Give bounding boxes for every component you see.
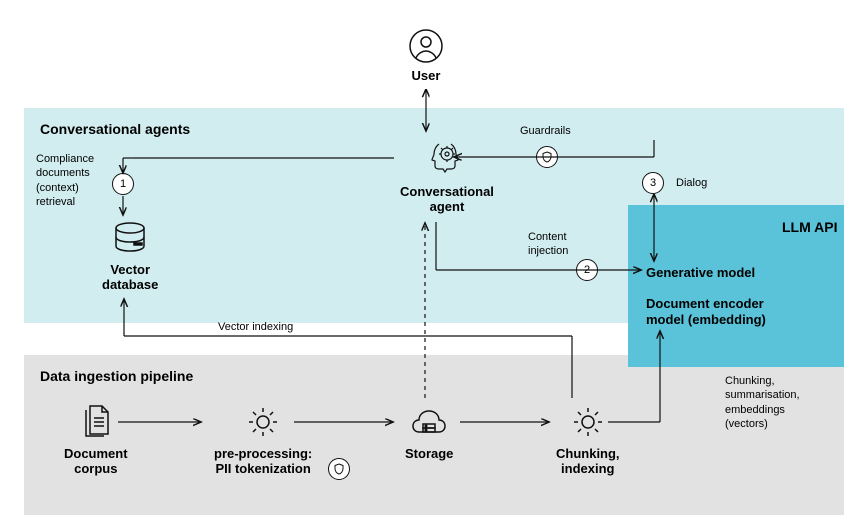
node-vector-database: Vector database (102, 218, 158, 292)
vector-db-label-1: Vector (110, 262, 150, 277)
ai-head-icon (425, 136, 469, 180)
node-chunking-indexing: Chunking, indexing (556, 402, 620, 476)
storage-icon (409, 402, 449, 442)
label-content-injection: Content injection (528, 230, 568, 259)
gear-icon (243, 402, 283, 442)
node-user: User (408, 28, 444, 83)
generative-model-label: Generative model (646, 265, 755, 280)
step-2: 2 (576, 259, 598, 281)
database-icon (110, 218, 150, 258)
step-3: 3 (642, 172, 664, 194)
label-compliance: Compliance documents (context) retrieval (36, 152, 94, 209)
conv-agent-label-2: agent (430, 199, 465, 214)
label-guardrails: Guardrails (520, 124, 571, 138)
gear-icon-2 (568, 402, 608, 442)
section-title-ingestion: Data ingestion pipeline (40, 368, 193, 384)
encoder-model-label-2: model (embedding) (646, 312, 766, 327)
conv-agent-label-1: Conversational (400, 184, 494, 199)
encoder-model-label-1: Document encoder (646, 296, 764, 311)
chunking-label-1: Chunking, (556, 446, 620, 461)
vector-db-label-2: database (102, 277, 158, 292)
label-vector-indexing: Vector indexing (218, 320, 293, 334)
node-document-corpus: Document corpus (64, 402, 128, 476)
doc-corpus-label-2: corpus (74, 461, 117, 476)
step-1: 1 (112, 173, 134, 195)
label-chunk-summary: Chunking, summarisation, embeddings (vec… (725, 374, 800, 431)
preproc-label-2: PII tokenization (215, 461, 310, 476)
label-dialog: Dialog (676, 176, 707, 190)
documents-icon (76, 402, 116, 442)
shield-pii-icon (328, 458, 350, 480)
user-label: User (412, 68, 441, 83)
node-preprocessing: pre-processing: PII tokenization (214, 402, 312, 476)
doc-corpus-label-1: Document (64, 446, 128, 461)
storage-label: Storage (405, 446, 453, 461)
node-conversational-agent: Conversational agent (400, 136, 494, 214)
user-icon (408, 28, 444, 64)
chunking-label-2: indexing (561, 461, 614, 476)
node-storage: Storage (405, 402, 453, 461)
architecture-diagram: Conversational agents Data ingestion pip… (0, 0, 866, 532)
section-title-llm-api: LLM API (782, 219, 837, 235)
preproc-label-1: pre-processing: (214, 446, 312, 461)
shield-guardrails-icon (536, 146, 558, 168)
section-title-conversational: Conversational agents (40, 121, 190, 137)
